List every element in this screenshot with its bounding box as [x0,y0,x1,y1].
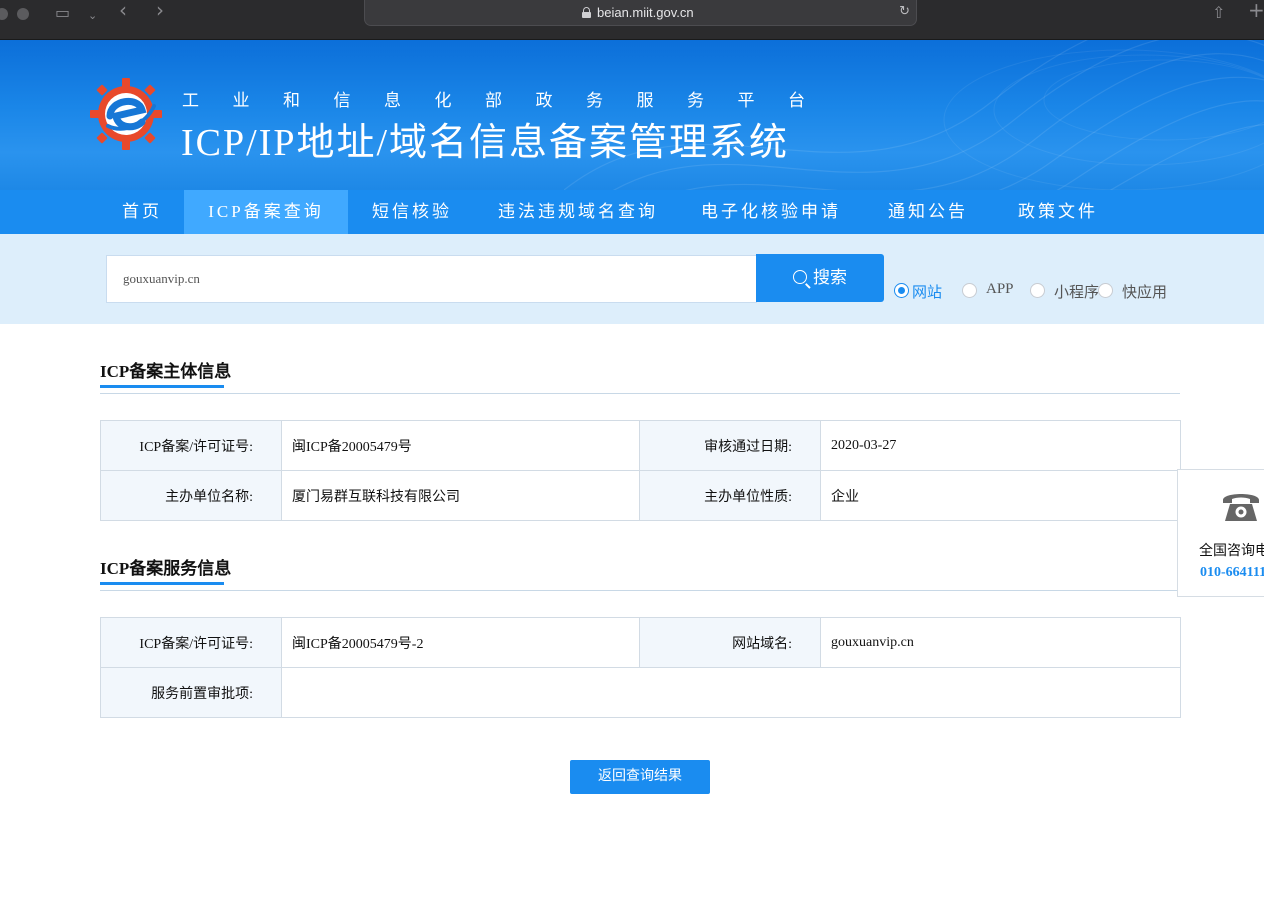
table-row: 主办单位名称: 厦门易群互联科技有限公司 主办单位性质: 企业 [100,470,1181,521]
nav-item-illegal-domain[interactable]: 违法违规域名查询 [476,190,680,234]
field-value: gouxuanvip.cn [820,617,1181,668]
section-title-underline [100,582,224,585]
header-banner: 工业和信息化部政务服务平台 ICP/IP地址/域名信息备案管理系统 [0,40,1264,190]
field-label: ICP备案/许可证号: [100,420,282,471]
new-tab-icon[interactable]: + [1248,0,1264,20]
section-title-text: ICP备案主体信息 [100,362,232,381]
nav-item-home[interactable]: 首页 [100,190,184,234]
field-value: 闽ICP备20005479号 [281,420,640,471]
nav-item-sms-verify[interactable]: 短信核验 [348,190,476,234]
table-row: ICP备案/许可证号: 闽ICP备20005479号 审核通过日期: 2020-… [100,420,1181,471]
field-label: ICP备案/许可证号: [100,617,282,668]
table-row: ICP备案/许可证号: 闽ICP备20005479号-2 网站域名: gouxu… [100,617,1181,668]
contact-widget[interactable]: 全国咨询电 010-664111 [1177,469,1264,597]
platform-subtitle: 工业和信息化部政务服务平台 [182,91,839,110]
field-label: 主办单位性质: [639,470,821,521]
search-panel: gouxuanvip.cn 搜索 网站 APP 小程序 快应用 [0,234,1264,324]
subject-info-table: ICP备案/许可证号: 闽ICP备20005479号 审核通过日期: 2020-… [100,420,1181,521]
field-label: 网站域名: [639,617,821,668]
share-icon[interactable]: ⇧ [1212,4,1225,22]
search-button-label: 搜索 [813,268,847,287]
field-value: 2020-03-27 [820,420,1181,471]
field-label: 服务前置审批项: [100,667,282,718]
contact-number: 010-664111 [1200,565,1264,580]
radio-button-icon [1030,283,1045,298]
field-value [281,667,1181,718]
radio-button-icon [894,283,909,298]
window-control-dot[interactable] [0,8,8,20]
radio-label: APP [986,281,1014,297]
field-value: 闽ICP备20005479号-2 [281,617,640,668]
address-url: beian.miit.gov.cn [597,5,694,20]
reload-icon[interactable]: ↻ [899,4,910,19]
radio-button-icon [962,283,977,298]
section-title-service: ICP备案服务信息 [100,554,232,585]
browser-toolbar: ▭ ⌄ ‹ › beian.miit.gov.cn ↻ ⇧ + [0,0,1264,40]
search-button[interactable]: 搜索 [756,254,884,302]
chevron-down-icon[interactable]: ⌄ [88,7,97,25]
contact-label: 全国咨询电 [1199,544,1264,559]
field-label: 审核通过日期: [639,420,821,471]
nav-item-icp-query[interactable]: ICP备案查询 [184,190,348,234]
section-title-text: ICP备案服务信息 [100,559,232,578]
service-info-table: ICP备案/许可证号: 闽ICP备20005479号-2 网站域名: gouxu… [100,617,1181,718]
field-label: 主办单位名称: [100,470,282,521]
section-title-subject: ICP备案主体信息 [100,357,232,388]
nav-item-notices[interactable]: 通知公告 [862,190,994,234]
search-icon [793,270,807,284]
page-title: ICP/IP地址/域名信息备案管理系统 [181,122,790,164]
radio-button-icon [1098,283,1113,298]
telephone-icon [1223,494,1259,521]
section-title-underline [100,385,224,388]
lock-icon [582,7,591,18]
divider [100,393,1180,394]
main-nav: 首页 ICP备案查询 短信核验 违法违规域名查询 电子化核验申请 通知公告 政策… [0,190,1264,234]
nav-item-e-verify[interactable]: 电子化核验申请 [680,190,862,234]
miit-logo-icon [90,78,162,150]
address-bar[interactable]: beian.miit.gov.cn ↻ [364,0,917,26]
table-row: 服务前置审批项: [100,667,1181,718]
radio-label: 快应用 [1122,285,1168,301]
divider [100,590,1180,591]
field-value: 企业 [820,470,1181,521]
search-input[interactable]: gouxuanvip.cn [106,255,757,303]
radio-label: 网站 [912,285,943,301]
back-icon[interactable]: ‹ [119,0,127,20]
sidebar-icon[interactable]: ▭ [55,4,70,22]
radio-label: 小程序 [1054,285,1100,301]
forward-icon[interactable]: › [156,0,164,20]
window-control-dot[interactable] [17,8,29,20]
nav-item-policy[interactable]: 政策文件 [994,190,1122,234]
field-value: 厦门易群互联科技有限公司 [281,470,640,521]
back-to-results-button[interactable]: 返回查询结果 [570,760,710,794]
